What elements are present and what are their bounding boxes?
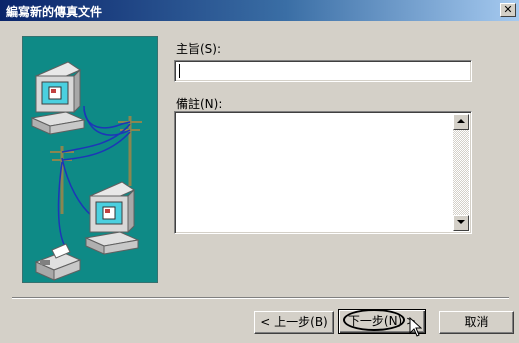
title-bar[interactable]: 編寫新的傳真文件 ✕ (0, 0, 519, 21)
arrow-up-icon (457, 119, 465, 123)
arrow-down-icon (457, 220, 465, 224)
compose-fax-dialog: 編寫新的傳真文件 ✕ 主旨(S): 備註(N): < 上一步(B) 下一步(N)… (0, 0, 519, 343)
cancel-button[interactable]: 取消 (439, 311, 514, 334)
back-button[interactable]: < 上一步(B) (254, 311, 334, 334)
subject-input[interactable] (174, 60, 472, 82)
close-icon: ✕ (503, 3, 513, 16)
close-button[interactable]: ✕ (500, 3, 516, 17)
dialog-title: 編寫新的傳真文件 (6, 5, 103, 19)
separator (12, 297, 509, 299)
note-scrollbar[interactable] (453, 114, 469, 231)
subject-label: 主旨(S): (176, 42, 222, 56)
text-caret (179, 64, 180, 78)
scroll-up-button[interactable] (453, 114, 469, 130)
note-textarea[interactable] (174, 111, 472, 234)
note-label: 備註(N): (176, 97, 223, 111)
fax-wizard-illustration (22, 36, 158, 283)
scroll-track[interactable] (453, 130, 469, 215)
mouse-pointer-icon (409, 317, 422, 337)
scroll-down-button[interactable] (453, 215, 469, 231)
